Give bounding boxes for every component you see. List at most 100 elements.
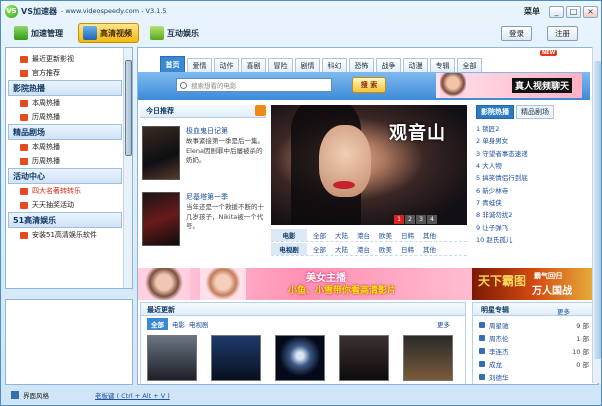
filter-link[interactable]: 其他 [423, 230, 436, 240]
ranking-item[interactable]: 8 非诚勿扰2 [476, 208, 596, 220]
filter-link[interactable]: 日韩 [401, 230, 414, 240]
sidebar-group-cinema[interactable]: 影院热播 [8, 80, 122, 96]
game-icon [150, 26, 164, 40]
tab-scifi[interactable]: 科幻 [322, 58, 347, 72]
filter-link[interactable]: 全部 [313, 244, 326, 254]
tab-album[interactable]: 专辑 [430, 58, 455, 72]
filter-link[interactable]: 港台 [357, 244, 370, 254]
ranking-item[interactable]: 6 新少林寺 [476, 183, 596, 195]
filter-link[interactable]: 日韩 [401, 244, 414, 254]
sidebar-item-history[interactable]: 历周热播 [6, 110, 132, 124]
sidebar-group-51hd[interactable]: 51高清娱乐 [8, 212, 122, 228]
sidebar-item-install[interactable]: 安装51高清娱乐软件 [6, 228, 132, 242]
star-icon [479, 322, 485, 328]
featured-slide[interactable]: 观音山 [271, 105, 467, 225]
more-link[interactable]: 更多 [437, 319, 450, 329]
tab-home[interactable]: 首页 [160, 56, 185, 72]
tab-action[interactable]: 动作 [214, 58, 239, 72]
tab-comedy[interactable]: 喜剧 [241, 58, 266, 72]
movie-thumb[interactable] [403, 335, 453, 381]
tab-romance[interactable]: 爱情 [187, 58, 212, 72]
ranking-item[interactable]: 10 赵氏孤儿 [476, 233, 596, 245]
close-button[interactable]: × [583, 6, 598, 18]
search-input[interactable]: 搜索想看的电影 [176, 78, 332, 92]
ranking-item[interactable]: 9 让子弹飞 [476, 220, 596, 232]
movie-thumb[interactable] [339, 335, 389, 381]
filter-link[interactable]: 大陆 [335, 244, 348, 254]
movie-thumb[interactable] [275, 335, 325, 381]
tab-latest-all[interactable]: 全部 [147, 318, 168, 330]
tab-entertainment[interactable]: 互动娱乐 [145, 23, 206, 43]
game-banner[interactable]: 天下霸图 霸气回归 万人国战 [472, 268, 596, 300]
tab-latest-tv[interactable]: 电视剧 [189, 319, 209, 329]
main-scrollbar[interactable] [592, 47, 601, 383]
movie-thumb[interactable] [147, 335, 197, 381]
sidebar-item-official[interactable]: 官方推荐 [6, 66, 132, 80]
recommend-item[interactable]: 尼基塔第一季 当年还是一个救援不断的十几岁孩子，Nikita被一个代号。 [142, 192, 264, 246]
scrollbar-thumb[interactable] [594, 61, 601, 359]
star-count: 10 部 [572, 348, 589, 356]
tab-drama[interactable]: 剧情 [295, 58, 320, 72]
tab-anime[interactable]: 动漫 [403, 58, 428, 72]
anchor-banner[interactable]: 美女主播 小鱼、小雪带你看高清影片 [138, 268, 472, 300]
ad-banner-row: 美女主播 小鱼、小雪带你看高清影片 天下霸图 霸气回归 万人国战 [138, 268, 596, 300]
sidebar-item-classics[interactable]: 四大名著转转乐 [6, 184, 132, 198]
movie-thumb[interactable] [211, 335, 261, 381]
sidebar-group-theater[interactable]: 精品剧场 [8, 124, 122, 140]
tab-theater[interactable]: 精品剧场 [516, 105, 554, 119]
slide-dot[interactable]: 2 [405, 215, 415, 224]
star-item[interactable]: 成龙 0 部 [479, 358, 589, 370]
ranking-item[interactable]: 4 大人物 [476, 159, 596, 171]
tab-accelerate[interactable]: 加速管理 [9, 23, 70, 43]
sidebar-item-lottery[interactable]: 天天抽奖活动 [6, 198, 132, 212]
sidebar-item-latest[interactable]: 最近更新影视 [6, 52, 132, 66]
banner-photo [200, 268, 246, 300]
ranking-item[interactable]: 1 锁匠2 [476, 122, 596, 134]
star-item[interactable]: 周杰伦 1 部 [479, 332, 589, 344]
search-bar: 搜索想看的电影 搜 索 真人视频聊天 [138, 72, 590, 100]
sidebar: 最近更新影视 官方推荐 影院热播 本周热播 历周热播 精品剧场 本周热播 历周热… [5, 47, 133, 289]
filter-link[interactable]: 大陆 [335, 230, 348, 240]
ranking-item[interactable]: 3 守望者事态速递 [476, 147, 596, 159]
theme-link[interactable]: 界面风格 [23, 390, 49, 400]
search-button[interactable]: 搜 索 [352, 77, 386, 93]
star-item[interactable]: 李连杰 10 部 [479, 345, 589, 357]
sidebar-item-weekly[interactable]: 本周热播 [6, 140, 132, 154]
star-item[interactable]: 刘德华 [479, 371, 589, 383]
slide-dot[interactable]: 1 [394, 215, 404, 224]
filter-link[interactable]: 其他 [423, 244, 436, 254]
ranking-item[interactable]: 7 青蛙侠 [476, 196, 596, 208]
filter-link[interactable]: 欧美 [379, 244, 392, 254]
ranking-list: 1 锁匠2 2 单身男女 3 守望者事态速递 4 大人物 5 搞笑情侣行到底 6… [476, 122, 596, 245]
boss-key-link[interactable]: 老板键 ( Ctrl + Alt + V ) [95, 390, 170, 400]
login-button[interactable]: 登录 [501, 26, 532, 41]
tab-hd-video[interactable]: 高清视频 [78, 23, 139, 43]
video-chat-banner[interactable]: 真人视频聊天 [436, 73, 582, 98]
tab-horror[interactable]: 恐怖 [349, 58, 374, 72]
register-button[interactable]: 注册 [547, 26, 578, 41]
sidebar-item-weekly[interactable]: 本周热播 [6, 96, 132, 110]
minimize-button[interactable]: _ [549, 6, 564, 18]
sidebar-scrollbar[interactable] [123, 48, 132, 288]
stars-more-link[interactable]: 更多 [557, 306, 570, 316]
maximize-button[interactable]: □ [566, 6, 581, 18]
tab-latest-movie[interactable]: 电影 [172, 319, 185, 329]
tab-adventure[interactable]: 冒险 [268, 58, 293, 72]
filter-link[interactable]: 港台 [357, 230, 370, 240]
tab-cinema-hot[interactable]: 影院热播 [476, 105, 514, 119]
filter-link[interactable]: 全部 [313, 230, 326, 240]
recommend-item[interactable]: 极血鬼日记第 故事紧接第一季是后一集。Elena因剧罪中后屡被杀的奶奶。 [142, 126, 264, 180]
tab-war[interactable]: 战争 [376, 58, 401, 72]
slide-dot[interactable]: 3 [416, 215, 426, 224]
sidebar-group-events[interactable]: 活动中心 [8, 168, 122, 184]
scrollbar-thumb[interactable] [125, 60, 132, 156]
filter-link[interactable]: 欧美 [379, 230, 392, 240]
slide-dot[interactable]: 4 [427, 215, 437, 224]
ranking-item[interactable]: 5 搞笑情侣行到底 [476, 171, 596, 183]
sidebar-item-history[interactable]: 历周热播 [6, 154, 132, 168]
star-item[interactable]: 周星驰 9 部 [479, 319, 589, 331]
tab-all[interactable]: 全部 [457, 58, 482, 72]
menu-button[interactable]: 菜单 [524, 6, 540, 17]
ranking-item[interactable]: 2 单身男女 [476, 134, 596, 146]
app-window: VS VS加速器 - www.videospeedy.com - V3.1.5 … [0, 0, 602, 406]
